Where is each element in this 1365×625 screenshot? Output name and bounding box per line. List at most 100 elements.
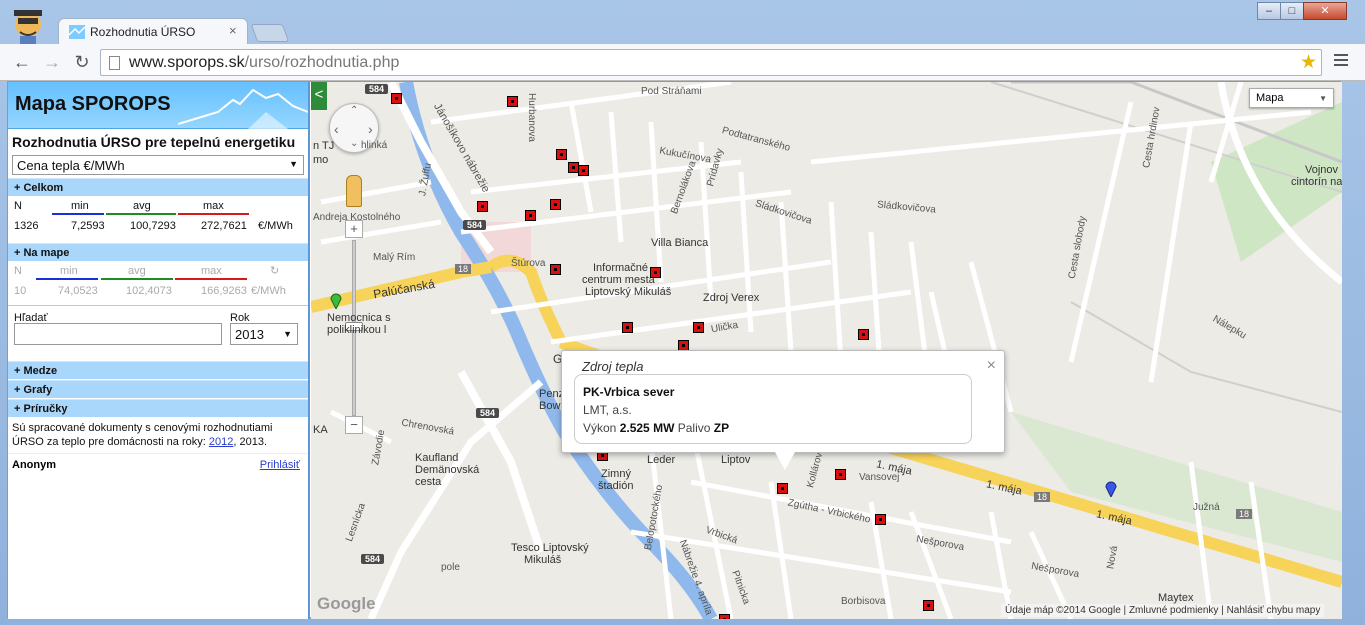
poi-label: Demänovská — [415, 464, 480, 476]
new-tab-button[interactable] — [250, 24, 290, 42]
login-link[interactable]: Prihlásiť — [260, 459, 300, 471]
poi-label: Kaufland — [415, 452, 459, 464]
report-error-link[interactable]: Nahlásiť chybu mapy — [1227, 605, 1321, 616]
stat-header-avg: avg — [133, 200, 151, 212]
maximize-button[interactable]: □ — [1280, 2, 1304, 20]
back-button[interactable]: ← — [12, 52, 32, 73]
reload-button[interactable]: ↻ — [72, 52, 92, 73]
heat-source-marker[interactable] — [525, 210, 536, 221]
page-content: Mapa SPOROPS Rozhodnutia ÚRSO pre tepeln… — [7, 81, 1342, 619]
poi-label: centrum mesta — [582, 274, 655, 286]
pan-down-icon[interactable]: ⌄ — [350, 138, 358, 149]
heat-source-marker[interactable] — [550, 264, 561, 275]
poi-label: Mikuláš — [524, 554, 562, 566]
refresh-icon[interactable]: ↻ — [270, 264, 279, 277]
avg-line — [101, 278, 173, 280]
map-type-select[interactable]: Mapa ▼ — [1249, 88, 1334, 108]
road-label: 584 — [476, 408, 500, 418]
section-celkom[interactable]: + Celkom — [8, 178, 308, 196]
heat-source-marker[interactable] — [777, 483, 788, 494]
sidebar: Mapa SPOROPS Rozhodnutia ÚRSO pre tepeln… — [8, 82, 310, 619]
stat-n: 10 — [14, 285, 27, 297]
close-window-button[interactable]: ✕ — [1303, 2, 1347, 20]
location-pin-blue-icon[interactable] — [1105, 479, 1117, 497]
heat-source-marker[interactable] — [622, 322, 633, 333]
heat-source-marker[interactable] — [556, 149, 567, 160]
heat-source-marker[interactable] — [858, 329, 869, 340]
pan-up-icon[interactable]: ⌃ — [350, 105, 358, 116]
heat-source-marker[interactable] — [578, 165, 589, 176]
section-na-mape[interactable]: + Na mape — [8, 243, 308, 261]
heat-source-marker[interactable] — [477, 201, 488, 212]
metric-select[interactable]: Cena tepla €/MWh ▼ — [12, 155, 304, 175]
dropdown-arrow-icon: ▼ — [289, 159, 298, 169]
heat-source-marker[interactable] — [550, 199, 561, 210]
source-company: LMT, a.s. — [583, 403, 632, 417]
poi-label: Villa Bianca — [651, 237, 709, 249]
dropdown-arrow-icon: ▼ — [1319, 94, 1327, 103]
avatar-icon — [14, 10, 42, 44]
pan-left-icon[interactable]: ‹ — [334, 121, 339, 137]
section-prirucky[interactable]: + Príručky — [8, 399, 308, 417]
street-label: KA — [313, 424, 328, 436]
street-label: hlinká — [361, 140, 388, 151]
stats-na-mape: N min avg max ↻ 10 74,0523 102,4073 166,… — [8, 261, 308, 305]
heat-source-marker[interactable] — [507, 96, 518, 107]
street-label: Malý Rím — [373, 252, 416, 263]
stats-celkom: N min avg max 1326 7,2593 100,7293 272,7… — [8, 196, 308, 240]
location-pin-green-icon[interactable] — [330, 291, 342, 309]
collapse-sidebar-button[interactable]: < — [311, 82, 327, 110]
poi-label: Liptov — [721, 454, 751, 466]
stat-avg: 100,7293 — [130, 220, 176, 232]
year-select[interactable]: 2013 ▼ — [230, 323, 298, 345]
map-attribution: Údaje máp ©2014 Google | Zmluvné podmien… — [1001, 604, 1325, 617]
search-input[interactable] — [14, 323, 222, 345]
menu-icon[interactable] — [1334, 54, 1348, 69]
stat-header-avg: avg — [128, 265, 146, 277]
max-line — [175, 278, 247, 280]
window-controls: – □ ✕ — [1257, 2, 1347, 22]
road-label: 18 — [1236, 509, 1253, 519]
section-grafy[interactable]: + Grafy — [8, 380, 308, 398]
heat-source-marker[interactable] — [719, 614, 730, 619]
year-2012-link[interactable]: 2012 — [209, 436, 233, 448]
minimize-button[interactable]: – — [1257, 2, 1281, 20]
tab-title: Rozhodnutia ÚRSO — [90, 25, 196, 39]
browser-tab[interactable]: Rozhodnutia ÚRSO × — [58, 18, 248, 45]
info-note: Sú spracované dokumenty s cenovými rozho… — [12, 422, 273, 448]
heat-source-marker[interactable] — [875, 514, 886, 525]
terms-link[interactable]: Zmluvné podmienky — [1129, 605, 1218, 616]
browser-toolbar: ← → ↻ www.sporops.sk/urso/rozhodnutia.ph… — [0, 44, 1365, 81]
poi-label: poliklinikou l — [327, 324, 387, 336]
zoom-out-button[interactable]: − — [345, 416, 363, 434]
street-label: n TJ — [313, 140, 335, 152]
forward-button[interactable]: → — [42, 52, 62, 73]
heat-source-marker[interactable] — [391, 93, 402, 104]
heat-source-marker[interactable] — [650, 267, 661, 278]
heat-source-marker[interactable] — [923, 600, 934, 611]
map-canvas[interactable]: < Mapa ▼ ⌃ ⌄ ‹ › + − 584 584 584 584 18 1… — [311, 82, 1342, 619]
road-label: 18 — [1034, 492, 1051, 502]
heat-source-marker[interactable] — [693, 322, 704, 333]
poi-label: Vojnov — [1305, 164, 1339, 176]
mountain-logo-icon — [178, 88, 308, 129]
popup-body: PK-Vrbica sever LMT, a.s. Výkon 2.525 MW… — [574, 374, 972, 444]
stat-avg: 102,4073 — [126, 285, 172, 297]
section-medze[interactable]: + Medze — [8, 361, 308, 379]
road-label: 584 — [365, 84, 389, 94]
stat-header-min: min — [71, 200, 89, 212]
app-title: Mapa SPOROPS — [15, 93, 171, 115]
pan-right-icon[interactable]: › — [368, 121, 373, 137]
poi-label: cesta — [415, 476, 442, 488]
street-label: Borbisova — [841, 596, 886, 607]
bookmark-star-icon[interactable]: ★ — [1300, 51, 1317, 74]
stat-header-min: min — [60, 265, 78, 277]
close-icon[interactable]: × — [987, 357, 996, 375]
tab-close-icon[interactable]: × — [229, 23, 237, 38]
address-bar[interactable]: www.sporops.sk/urso/rozhodnutia.php ★ — [100, 49, 1322, 76]
poi-label: Zdroj Verex — [703, 292, 760, 304]
heat-source-marker[interactable] — [835, 469, 846, 480]
stat-header-n: N — [14, 265, 22, 277]
min-line — [36, 278, 98, 280]
street-view-pegman-icon[interactable] — [346, 175, 362, 207]
